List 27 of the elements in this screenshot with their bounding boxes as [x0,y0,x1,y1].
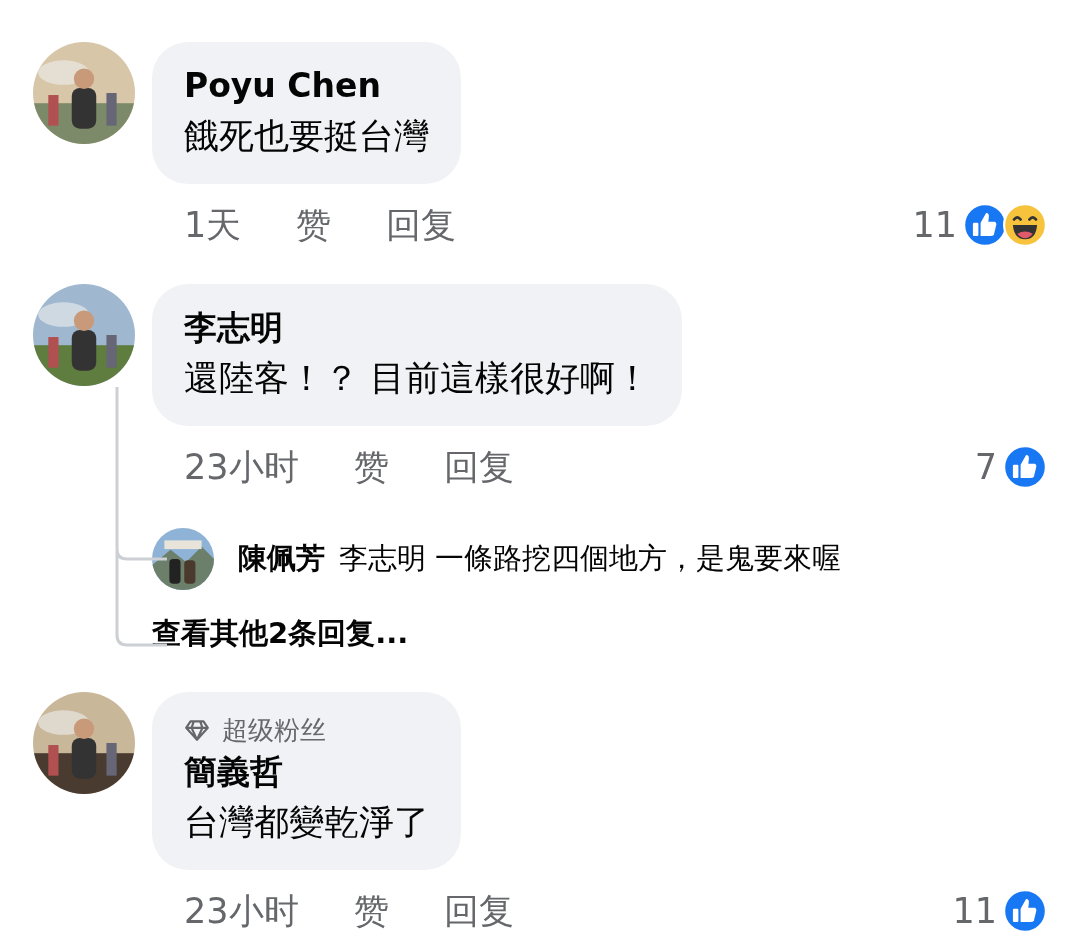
commenter-name[interactable]: Poyu Chen [184,62,429,110]
thumbs-up-icon [963,203,1007,247]
laughing-emoji-icon [1003,203,1047,247]
like-link[interactable]: 赞 [296,201,332,249]
reply-text: 李志明 一條路挖四個地方，是鬼要來喔 [339,539,842,577]
comment-text: 台灣都變乾淨了 [184,801,429,844]
reply-link[interactable]: 回复 [443,443,514,491]
comment-time: 23小时 [184,889,299,933]
view-more-replies-link[interactable]: 查看其他2条回复... [152,609,1047,657]
fan-label: 超级粉丝 [222,713,326,747]
reply-link[interactable]: 回复 [386,201,457,249]
commenter-name[interactable]: 陳佩芳 [238,538,325,579]
commenter-name[interactable]: 簡義哲 [184,748,429,796]
reaction-count: 7 [974,447,997,487]
comment-text: 餓死也要挺台灣 [184,115,429,158]
like-link[interactable]: 赞 [353,887,389,935]
comment-time: 23小时 [184,445,299,489]
commenter-name[interactable]: 李志明 [184,304,651,352]
reaction-count: 11 [912,205,957,245]
thumbs-up-icon [1003,445,1047,489]
like-link[interactable]: 赞 [353,443,389,491]
comment-text: 還陸客！？ 目前這樣很好啊！ [184,357,651,400]
diamond-icon [184,717,210,743]
reaction-count: 11 [952,891,997,931]
comment-time: 1天 [184,203,242,247]
reply-link[interactable]: 回复 [443,887,514,935]
thumbs-up-icon [1003,889,1047,933]
